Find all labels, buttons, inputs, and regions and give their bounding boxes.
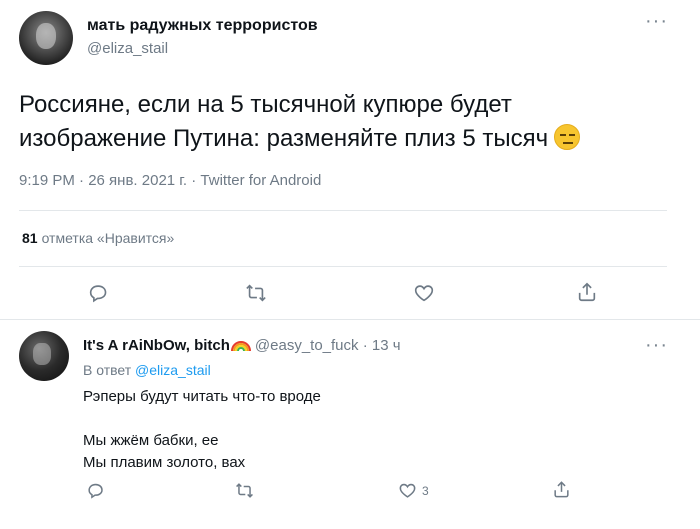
- like-icon[interactable]: [412, 282, 436, 304]
- reply-author-avatar[interactable]: [19, 331, 69, 381]
- rainbow-emoji-icon: [230, 341, 251, 351]
- reply-share-icon[interactable]: [552, 480, 571, 499]
- more-options-icon[interactable]: ···: [645, 11, 668, 31]
- author-name[interactable]: мать радужных террористов: [87, 17, 318, 35]
- retweet-icon[interactable]: [244, 282, 268, 304]
- author-handle[interactable]: @eliza_stail: [87, 40, 168, 57]
- in-reply-handle-link[interactable]: @eliza_stail: [135, 362, 211, 378]
- expressionless-face-emoji-icon: [554, 124, 581, 150]
- likes-count: 81: [22, 230, 38, 246]
- reply-like-button[interactable]: 3: [397, 481, 429, 500]
- reply-line: Мы плавим золото, вах: [83, 454, 246, 471]
- reply-retweet-icon[interactable]: [234, 481, 255, 500]
- tweet-text: Россияне, если на 5 тысячной купюре буде…: [19, 88, 659, 156]
- tweet-thread: мать радужных террористов @eliza_stail ·…: [0, 0, 700, 529]
- reply-icon[interactable]: [87, 282, 109, 304]
- reply-line: Мы жжём бабки, ее: [83, 432, 219, 449]
- reply-like-count: 3: [422, 483, 429, 498]
- reply-line: [83, 408, 643, 430]
- share-icon[interactable]: [576, 281, 598, 303]
- likes-summary[interactable]: 81 отметка «Нравится»: [22, 230, 174, 246]
- reply-reply-icon[interactable]: [86, 481, 105, 500]
- in-reply-to: В ответ @eliza_stail: [83, 362, 211, 378]
- reply-header: It's A rAiNbOw, bitch @easy_to_fuck · 13 …: [83, 337, 401, 354]
- tweet-timestamp[interactable]: 9:19 PM · 26 янв. 2021 г. · Twitter for …: [19, 172, 321, 189]
- reply-line: Рэперы будут читать что-то вроде: [83, 388, 321, 405]
- likes-label: отметка «Нравится»: [41, 230, 175, 246]
- tweet-body: Россияне, если на 5 тысячной купюре буде…: [19, 91, 549, 152]
- reply-author-handle[interactable]: @easy_to_fuck · 13 ч: [255, 337, 401, 354]
- divider: [19, 210, 667, 211]
- in-reply-prefix: В ответ: [83, 362, 132, 378]
- reply-more-options-icon[interactable]: ···: [645, 335, 668, 355]
- divider: [19, 266, 667, 267]
- author-avatar[interactable]: [19, 11, 73, 65]
- reply-author-name[interactable]: It's A rAiNbOw, bitch: [83, 337, 230, 354]
- divider: [0, 319, 700, 320]
- reply-like-icon: [399, 483, 416, 498]
- reply-text: Рэперы будут читать что-то вроде Мы жжём…: [83, 386, 643, 474]
